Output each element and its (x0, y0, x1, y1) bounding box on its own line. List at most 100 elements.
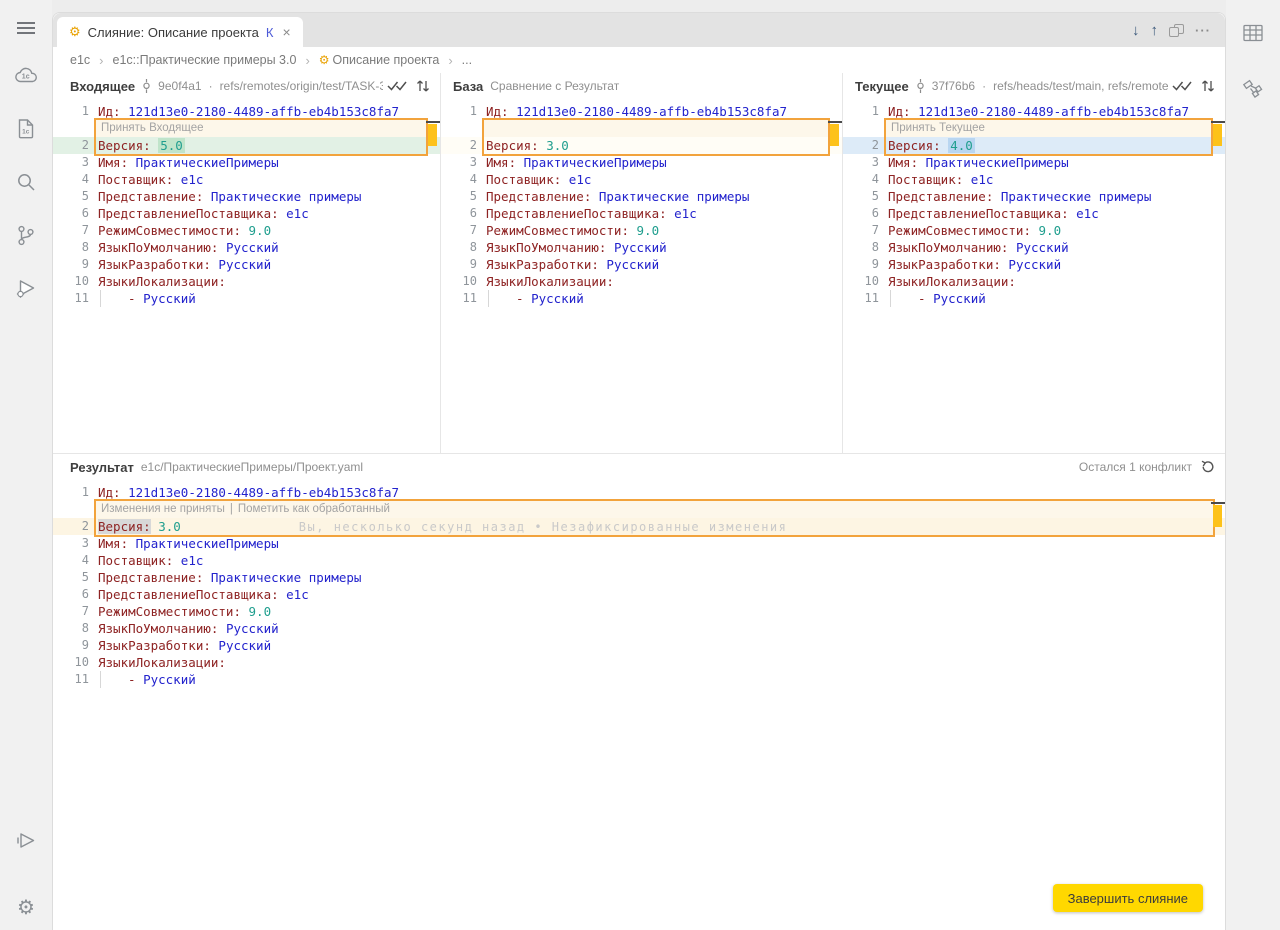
code-line-9: 9ЯзыкРазработки: Русский (53, 637, 1225, 654)
undo-icon[interactable] (1200, 460, 1215, 474)
line-number: 7 (441, 222, 477, 239)
tab-bar-actions: ↓ ↑ ··· (1132, 13, 1211, 47)
indent-guide (890, 290, 891, 307)
list-item: - Русский (98, 671, 196, 688)
code-text: РежимСовместимости: 9.0 (98, 222, 440, 239)
metadata-structure-icon[interactable] (1243, 78, 1264, 99)
breadcrumb: e1c › e1c::Практические примеры 3.0 › ⚙ … (53, 47, 1225, 73)
tab-close-icon[interactable]: × (282, 24, 290, 40)
space (963, 172, 971, 187)
main-menu-icon[interactable] (16, 21, 36, 35)
yaml-key: Представление: (486, 189, 591, 204)
code-line-7: 7РежимСовместимости: 9.0 (843, 222, 1225, 239)
yaml-value: e1c (181, 172, 204, 187)
breadcrumb-item-description[interactable]: ⚙ Описание проекта (319, 53, 440, 67)
code-line-11: 11- Русский (53, 290, 440, 307)
run-icon[interactable] (15, 831, 38, 850)
accept-incoming-link[interactable]: Принять Входящее (101, 120, 203, 137)
ruler-conflict-marker[interactable] (428, 124, 437, 146)
line-number: 3 (53, 535, 89, 552)
yaml-value: e1c (286, 587, 309, 602)
yaml-value: e1c (181, 553, 204, 568)
table-view-icon[interactable] (1243, 24, 1264, 42)
space (561, 172, 569, 187)
editor-result[interactable]: 1Ид: 121d13e0-2180-4489-affb-eb4b153c8fa… (53, 484, 1225, 688)
breadcrumb-item-ellipsis[interactable]: ... (462, 53, 472, 67)
pane-base-header: База Сравнение с Результат (441, 73, 842, 99)
pane-header-icons (1168, 73, 1215, 99)
conflict-action-strip: Принять Входящее (53, 120, 440, 137)
line-number: 4 (53, 552, 89, 569)
editor-current[interactable]: 1Ид: 121d13e0-2180-4489-affb-eb4b153c8fa… (843, 103, 1225, 307)
commit-hash: 9e0f4a1 (158, 79, 201, 93)
line-number: 10 (843, 273, 879, 290)
version-value: 5.0 (158, 138, 185, 153)
space (203, 189, 211, 204)
mark-as-processed-link[interactable]: Пометить как обработанный (238, 501, 390, 518)
code-line-8: 8ЯзыкПоУмолчанию: Русский (441, 239, 842, 256)
cloud-1c-icon[interactable]: 1с (14, 66, 38, 85)
accept-all-icon[interactable] (1172, 80, 1192, 92)
accept-all-icon[interactable] (387, 80, 407, 92)
code-text: ЯзыкиЛокализации: (888, 273, 1225, 290)
code-line-1: 1Ид: 121d13e0-2180-4489-affb-eb4b153c8fa… (53, 484, 1225, 501)
accept-current-link[interactable]: Принять Текущее (891, 120, 985, 137)
list-item: - Русский (98, 290, 196, 307)
code-text: Ид: 121d13e0-2180-4489-affb-eb4b153c8fa7 (98, 103, 440, 120)
finish-merge-button[interactable]: Завершить слияние (1053, 884, 1203, 912)
ruler-conflict-marker[interactable] (1213, 124, 1222, 146)
space (241, 223, 249, 238)
yaml-key: Имя: (98, 155, 128, 170)
yaml-value: Практические примеры (211, 570, 362, 585)
yaml-value: Русский (218, 257, 271, 272)
code-line-2: 2Версия: 5.0 (53, 137, 440, 154)
code-text: ЯзыкиЛокализации: (98, 273, 440, 290)
settings-gear-icon[interactable]: ⚙ (17, 898, 35, 918)
code-line-2: 2Версия: 3.0 (441, 137, 842, 154)
tab-conflict-badge: К (266, 25, 274, 40)
line-number: 11 (441, 290, 477, 307)
code-text: ЯзыкПоУмолчанию: Русский (98, 620, 1225, 637)
yaml-key: ЯзыкРазработки: (486, 257, 599, 272)
navigate-down-icon[interactable]: ↓ (1132, 22, 1140, 39)
code-line-3: 3Имя: ПрактическиеПримеры (53, 154, 440, 171)
document-1c-icon[interactable]: 1с (17, 118, 35, 139)
code-line-3: 3Имя: ПрактическиеПримеры (53, 535, 1225, 552)
conflict-action-area: Принять Входящее (96, 120, 428, 137)
search-icon[interactable] (16, 172, 36, 192)
debug-icon[interactable] (15, 278, 38, 299)
ruler-conflict-marker[interactable] (1213, 505, 1222, 527)
code-line-8: 8ЯзыкПоУмолчанию: Русский (53, 620, 1225, 637)
merge-panes: Входящее 9e0f4a1 · refs/remotes/origin/t… (53, 73, 1225, 453)
breadcrumb-item-e1c[interactable]: e1c (70, 53, 90, 67)
yaml-value: Русский (1016, 240, 1069, 255)
yaml-value: Русский (1008, 257, 1061, 272)
code-text: Поставщик: e1c (486, 171, 842, 188)
code-text: Ид: 121d13e0-2180-4489-affb-eb4b153c8fa7 (98, 484, 1225, 501)
navigate-up-icon[interactable]: ↑ (1151, 22, 1159, 39)
yaml-dash: - (918, 291, 933, 306)
yaml-value: Русский (226, 240, 279, 255)
editor-incoming[interactable]: 1 Ид: 121d13e0-2180-4489-affb-eb4b153c8fa… (53, 103, 440, 307)
code-line-1: 1Ид: 121d13e0-2180-4489-affb-eb4b153c8fa… (441, 103, 842, 120)
code-text: ЯзыкиЛокализации: (98, 654, 1225, 671)
yaml-value: 9.0 (249, 604, 272, 619)
breadcrumb-item-label: Описание проекта (333, 53, 440, 67)
split-editor-icon[interactable] (1169, 24, 1184, 37)
pane-base: База Сравнение с Результат 1Ид: 121d13e0… (440, 73, 842, 453)
line-number: 6 (53, 205, 89, 222)
compare-icon[interactable] (416, 79, 430, 93)
code-line-11: 11- Русский (441, 290, 842, 307)
more-actions-icon[interactable]: ··· (1195, 23, 1211, 38)
conflict-action-strip (441, 120, 842, 137)
line-number: 5 (53, 569, 89, 586)
compare-icon[interactable] (1201, 79, 1215, 93)
breadcrumb-item-project[interactable]: e1c::Практические примеры 3.0 (113, 53, 297, 67)
line-number: 9 (53, 637, 89, 654)
editor-base[interactable]: 1Ид: 121d13e0-2180-4489-affb-eb4b153c8fa… (441, 103, 842, 307)
changes-not-accepted-link[interactable]: Изменения не приняты (101, 501, 225, 518)
line-number: 1 (53, 103, 89, 120)
tab-merge-project-description[interactable]: ⚙ Слияние: Описание проекта К × (57, 17, 303, 47)
git-branch-icon[interactable] (17, 225, 35, 246)
ruler-conflict-marker[interactable] (830, 124, 839, 146)
